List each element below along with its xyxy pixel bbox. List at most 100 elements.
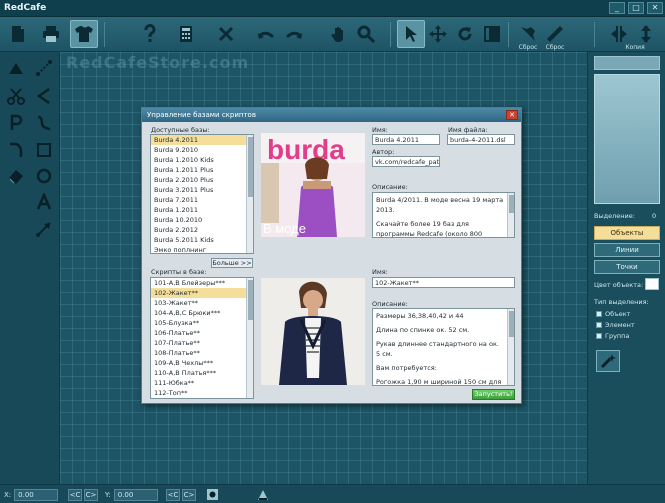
zoom-icon bbox=[357, 25, 376, 44]
list-item[interactable]: Burda 7.2011 bbox=[151, 195, 253, 205]
list-item[interactable]: 105-Блузка** bbox=[151, 318, 253, 328]
list-item[interactable]: 101-А,В Блейзеры*** bbox=[151, 278, 253, 288]
cover-logo: burda bbox=[267, 134, 345, 165]
x-coordinate-field[interactable]: 0.00 bbox=[14, 488, 59, 501]
objects-button[interactable]: Объекты bbox=[594, 226, 660, 240]
corner-tool[interactable] bbox=[4, 139, 28, 161]
radio-object[interactable]: Объект bbox=[596, 310, 630, 318]
y-next-button[interactable]: C> bbox=[182, 488, 196, 501]
scripts-scrollbar[interactable] bbox=[246, 278, 253, 398]
point-tool[interactable] bbox=[4, 112, 28, 134]
list-item[interactable]: Burda 1.2011 Plus bbox=[151, 165, 253, 175]
zoom-button[interactable] bbox=[352, 20, 380, 48]
measure-tool[interactable] bbox=[32, 218, 56, 240]
file-name-field[interactable]: burda-4-2011.dsl bbox=[447, 134, 515, 145]
selection-count: 0 bbox=[652, 212, 657, 220]
list-item[interactable]: Burda 5.2011 Kids bbox=[151, 235, 253, 245]
list-item[interactable]: 110-А,В Платья*** bbox=[151, 368, 253, 378]
list-item[interactable]: 112-Топ** bbox=[151, 388, 253, 398]
eraser-tool[interactable] bbox=[4, 165, 28, 187]
rotate-tool-button[interactable] bbox=[451, 20, 479, 48]
arrow-tool-button[interactable] bbox=[397, 20, 425, 48]
cancel-button[interactable] bbox=[212, 20, 240, 48]
list-item[interactable]: 111-Юбка** bbox=[151, 378, 253, 388]
x-prev-button[interactable]: <C bbox=[68, 488, 82, 501]
calculator-button[interactable] bbox=[172, 20, 200, 48]
list-item[interactable]: 103-Жакет** bbox=[151, 298, 253, 308]
points-button[interactable]: Точки bbox=[594, 260, 660, 274]
move-tool-button[interactable] bbox=[424, 20, 452, 48]
triangle-tool[interactable] bbox=[4, 57, 28, 79]
base-description-field[interactable]: Burda 4/2011. В моде весна 19 марта 2013… bbox=[372, 192, 515, 238]
redo-button[interactable] bbox=[280, 20, 308, 48]
text-tool[interactable] bbox=[32, 191, 56, 213]
print-button[interactable] bbox=[37, 20, 65, 48]
mirror-tool-button[interactable] bbox=[478, 20, 506, 48]
list-item[interactable]: Burda 10.2010 bbox=[151, 215, 253, 225]
run-button[interactable]: Запустить! bbox=[472, 389, 515, 400]
y-coordinate-field[interactable]: 0.00 bbox=[113, 488, 158, 501]
help-button[interactable] bbox=[136, 20, 164, 48]
shirt-button[interactable] bbox=[70, 20, 98, 48]
curve-tool[interactable] bbox=[32, 112, 56, 134]
script-desc-line: Размеры 36,38,40,42 и 44 bbox=[376, 312, 464, 320]
list-item[interactable]: Burda 1.2011 bbox=[151, 205, 253, 215]
list-item[interactable]: Burda 4.2011 bbox=[151, 135, 253, 145]
rectangle-tool[interactable] bbox=[32, 139, 56, 161]
reset-ruler-button[interactable]: Сброс bbox=[541, 20, 569, 51]
author-field[interactable]: vk.com/redcafe_patte bbox=[372, 156, 440, 167]
more-button[interactable]: Больше >> bbox=[211, 258, 253, 268]
circle-tool[interactable] bbox=[32, 165, 56, 187]
scripts-list[interactable]: 101-А,В Блейзеры*** 102-Жакет** 103-Жаке… bbox=[150, 277, 254, 399]
undo-button[interactable] bbox=[252, 20, 280, 48]
list-item[interactable]: Burda 2.2010 Plus bbox=[151, 175, 253, 185]
reset-pin-button[interactable]: Сброс bbox=[514, 20, 542, 51]
list-item[interactable]: Эмко поплнинг bbox=[151, 245, 253, 253]
maximize-button[interactable]: □ bbox=[628, 2, 644, 14]
lines-button[interactable]: Линии bbox=[594, 243, 660, 257]
list-item[interactable]: 107-Платье** bbox=[151, 338, 253, 348]
dialog-close-button[interactable]: ✕ bbox=[506, 110, 518, 120]
bases-list[interactable]: Burda 4.2011 Burda 9.2010 Burda 1.2010 K… bbox=[150, 134, 254, 254]
list-item[interactable]: Burda 1.2010 Kids bbox=[151, 155, 253, 165]
copy-horizontal-button[interactable]: Копия bbox=[605, 20, 645, 51]
dialog-title: Управление базами скриптов bbox=[142, 108, 521, 122]
redo-icon bbox=[285, 31, 303, 39]
object-color-swatch[interactable] bbox=[645, 278, 659, 290]
list-item[interactable]: 108-Платье** bbox=[151, 348, 253, 358]
magic-wand-button[interactable] bbox=[596, 350, 620, 372]
bases-scrollbar[interactable] bbox=[246, 135, 253, 253]
script-description-scrollbar[interactable] bbox=[507, 309, 514, 385]
scissors-tool[interactable] bbox=[4, 85, 28, 107]
radio-group[interactable]: Группа bbox=[596, 332, 629, 340]
base-name-field[interactable]: Burda 4.2011 bbox=[372, 134, 440, 145]
document-icon bbox=[12, 26, 24, 42]
y-prev-button[interactable]: <C bbox=[166, 488, 180, 501]
list-item[interactable]: Burda 3.2011 Plus bbox=[151, 185, 253, 195]
hand-button[interactable] bbox=[325, 20, 353, 48]
angle-tool[interactable] bbox=[32, 85, 56, 107]
description-scrollbar[interactable] bbox=[507, 193, 514, 237]
reset-label-2: Сброс bbox=[545, 44, 565, 51]
script-name-label: Имя: bbox=[372, 268, 388, 276]
minimize-button[interactable]: _ bbox=[609, 2, 625, 14]
list-item[interactable]: 106-Платье** bbox=[151, 328, 253, 338]
list-item[interactable]: Burda 9.2010 bbox=[151, 145, 253, 155]
copy-vertical-button[interactable] bbox=[632, 20, 660, 48]
script-description-field[interactable]: Размеры 36,38,40,42 и 44 Длина по спинке… bbox=[372, 308, 515, 386]
dotted-line-tool[interactable] bbox=[32, 57, 56, 79]
x-next-button[interactable]: C> bbox=[84, 488, 98, 501]
list-item[interactable]: 109-А,В Чехлы*** bbox=[151, 358, 253, 368]
new-document-button[interactable] bbox=[4, 20, 32, 48]
list-item[interactable]: Burda 2.2012 bbox=[151, 225, 253, 235]
close-window-button[interactable]: ✕ bbox=[647, 2, 663, 14]
list-item[interactable]: 104-А,В,С Брюки*** bbox=[151, 308, 253, 318]
print-preview-button[interactable] bbox=[256, 488, 270, 501]
dotted-line-icon bbox=[36, 60, 52, 76]
list-item[interactable]: 102-Жакет** bbox=[151, 288, 253, 298]
script-description-label: Описание: bbox=[372, 300, 408, 308]
radio-element[interactable]: Элемент bbox=[596, 321, 635, 329]
script-name-field[interactable]: 102-Жакет** bbox=[372, 277, 515, 288]
snap-button[interactable] bbox=[206, 488, 219, 501]
author-label: Автор: bbox=[372, 148, 395, 156]
